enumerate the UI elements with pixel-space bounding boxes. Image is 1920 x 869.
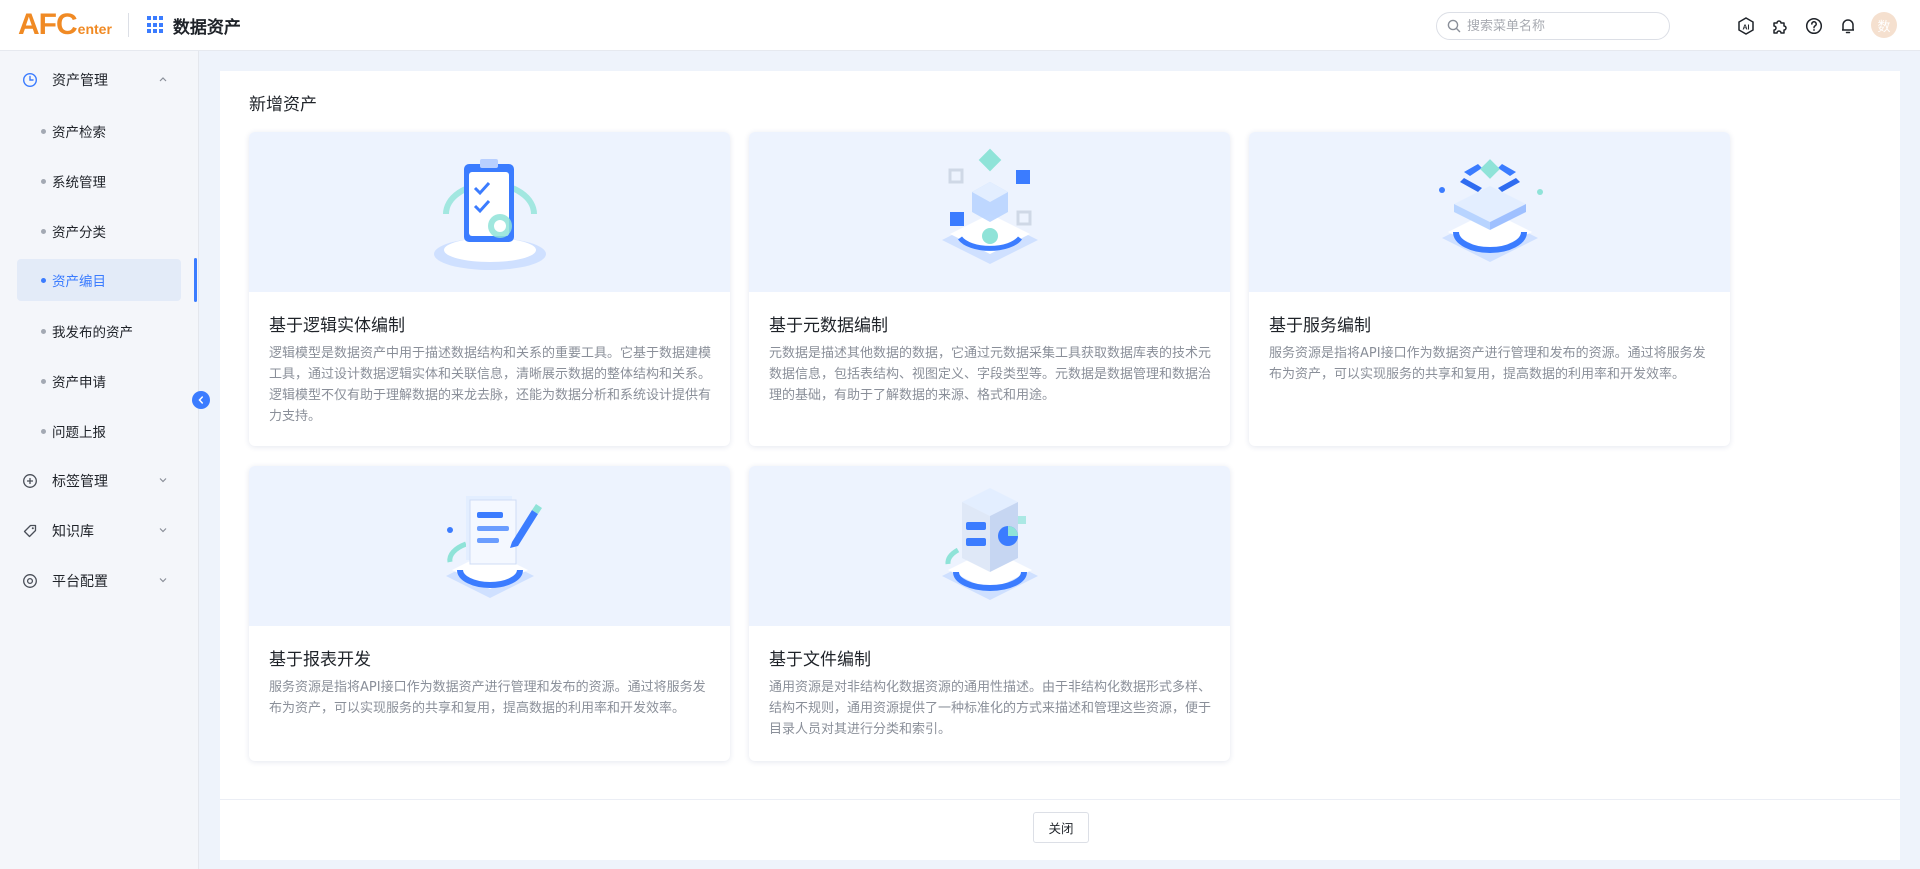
card-report[interactable]: 基于报表开发 服务资源是指将API接口作为数据资产进行管理和发布的资源。通过将服… [249,466,730,761]
sidebar-item-asset-search[interactable]: 资产检索 [17,110,181,152]
bell-icon[interactable] [1837,15,1859,37]
tag-icon [23,524,37,538]
sidebar-item-label: 资产编目 [52,274,106,290]
sidebar-item-issue-report[interactable]: 问题上报 [17,410,181,452]
card-description: 服务资源是指将API接口作为数据资产进行管理和发布的资源。通过将服务发布为资产，… [1269,346,1706,382]
plus-circle-icon [23,474,37,488]
card-description: 元数据是描述其他数据的数据，它通过元数据采集工具获取数据库表的技术元数据信息，包… [769,346,1212,403]
apps-grid-icon[interactable] [146,16,165,34]
card-title: 基于元数据编制 [769,316,888,336]
user-avatar[interactable]: 数 [1871,12,1897,38]
header-actions: AI 数 [1735,12,1897,38]
card-title: 基于文件编制 [769,650,871,670]
bullet-dot [41,428,46,434]
sidebar-group-label: 标签管理 [52,474,108,490]
card-metadata[interactable]: 基于元数据编制 元数据是描述其他数据的数据，它通过元数据采集工具获取数据库表的技… [749,132,1230,446]
top-header: AFC enter 数据资产 AI 数 [0,0,1920,51]
close-button[interactable]: 关闭 [1033,812,1089,843]
sidebar-item-label: 资产申请 [52,375,106,391]
bullet-dot [41,228,46,234]
sidebar-item-my-published-assets[interactable]: 我发布的资产 [17,310,181,352]
active-indicator [194,258,197,302]
card-illustration [1249,132,1730,292]
sidebar-item-label: 系统管理 [52,175,106,191]
server-illustration-icon [941,488,1038,600]
footer-divider [220,799,1900,800]
sidebar-item-asset-cataloging[interactable]: 资产编目 [17,259,181,301]
sidebar-group-platform-config[interactable]: 平台配置 [0,561,199,601]
search-input[interactable] [1467,18,1657,34]
card-description: 逻辑模型是数据资产中用于描述数据结构和关系的重要工具。它基于数据建模工具，通过设… [269,346,712,424]
card-title: 基于逻辑实体编制 [269,316,405,336]
sidebar-item-label: 我发布的资产 [52,325,133,341]
sidebar-group-label: 资产管理 [52,73,108,89]
sidebar-item-label: 资产检索 [52,125,106,141]
card-illustration [749,132,1230,292]
sidebar-group-label: 平台配置 [52,574,108,590]
card-illustration [749,466,1230,626]
card-title: 基于报表开发 [269,650,371,670]
clock-icon [22,72,38,88]
chevron-left-icon [198,396,204,404]
app-logo[interactable]: AFC enter [18,8,112,42]
clipboard-illustration-icon [433,159,546,270]
bullet-dot [41,178,46,184]
app-title: 数据资产 [172,17,241,38]
sidebar-item-label: 资产分类 [52,225,106,241]
bullet-dot [41,328,46,334]
sidebar-group-tag-management[interactable]: 标签管理 [0,461,199,501]
plugin-icon[interactable] [1769,15,1791,37]
card-illustration [249,466,730,626]
settings-icon [23,574,37,588]
sidebar-group-label: 知识库 [52,524,94,540]
service-stack-illustration-icon [1438,159,1543,262]
sidebar-group-asset-management[interactable]: 资产管理 [0,60,199,100]
chevron-down-icon [159,578,167,583]
help-icon[interactable] [1803,15,1825,37]
sidebar-item-asset-classification[interactable]: 资产分类 [17,210,181,252]
search-icon [1447,19,1461,33]
ai-icon[interactable]: AI [1735,15,1757,37]
main-panel: 新增资产 基于逻辑实体编制 逻辑模型是数据资产中用于描述数据结构和关系的重要工具… [220,71,1900,860]
chevron-up-icon [159,77,167,82]
search-box[interactable] [1436,12,1670,40]
card-title: 基于服务编制 [1269,316,1371,336]
sidebar-item-label: 问题上报 [52,425,106,441]
card-description: 通用资源是对非结构化数据资源的通用性描述。由于非结构化数据形式多样、结构不规则，… [769,680,1212,737]
header-divider [127,13,129,37]
card-illustration [249,132,730,292]
chevron-down-icon [159,528,167,533]
sidebar-group-knowledge-base[interactable]: 知识库 [0,511,199,551]
sidebar: 资产管理 资产检索 系统管理 资产分类 资产编目 我发布的资产 资产申请 问题上… [0,51,199,869]
page-title: 新增资产 [249,95,317,115]
sidebar-item-system-management[interactable]: 系统管理 [17,160,181,202]
report-document-illustration-icon [445,496,542,598]
sidebar-collapse-button[interactable] [192,391,210,409]
logo-subtext: enter [77,21,112,37]
svg-text:AI: AI [1743,25,1750,32]
bullet-dot [41,277,46,283]
sidebar-item-asset-application[interactable]: 资产申请 [17,360,181,402]
bullet-dot [41,378,46,384]
cubes-illustration-icon [941,148,1038,264]
card-service[interactable]: 基于服务编制 服务资源是指将API接口作为数据资产进行管理和发布的资源。通过将服… [1249,132,1730,446]
card-logical-entity[interactable]: 基于逻辑实体编制 逻辑模型是数据资产中用于描述数据结构和关系的重要工具。它基于数… [249,132,730,446]
logo-text: AFC [18,8,78,41]
card-description: 服务资源是指将API接口作为数据资产进行管理和发布的资源。通过将服务发布为资产，… [269,680,706,716]
chevron-down-icon [159,478,167,483]
card-file[interactable]: 基于文件编制 通用资源是对非结构化数据资源的通用性描述。由于非结构化数据形式多样… [749,466,1230,761]
bullet-dot [41,128,46,134]
